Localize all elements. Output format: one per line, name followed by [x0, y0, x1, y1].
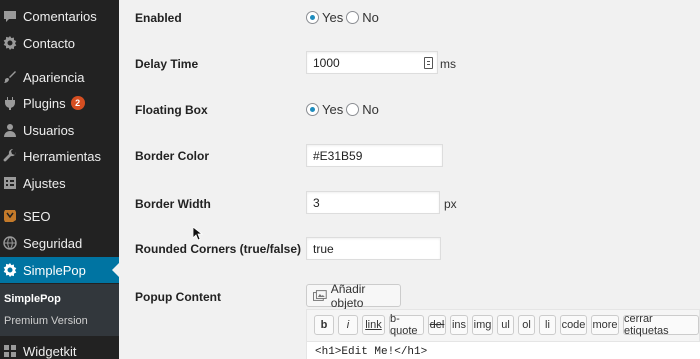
floating-no-label[interactable]: No [362, 102, 379, 117]
popup-content-textarea[interactable]: <h1>Edit Me!</h1> [307, 341, 700, 359]
rounded-corners-label: Rounded Corners (true/false) [135, 242, 302, 256]
popup-content-text: <h1>Edit Me!</h1> [315, 346, 428, 358]
gear-icon [3, 263, 17, 277]
menu-label: SEO [23, 208, 51, 224]
qt-italic-button[interactable]: i [338, 315, 358, 335]
quicktags-toolbar: b i link b-quote del ins img ul ol li co… [307, 310, 700, 340]
rounded-corners-value: true [313, 242, 334, 256]
menu-herramientas[interactable]: Herramientas [0, 143, 119, 169]
enabled-yes-label[interactable]: Yes [322, 10, 343, 25]
qt-img-button[interactable]: img [472, 315, 493, 335]
delay-time-input[interactable]: 1000 [306, 51, 438, 74]
seo-icon [3, 209, 17, 223]
qt-li-button[interactable]: li [539, 315, 556, 335]
menu-label: Ajustes [23, 175, 66, 191]
popup-content-editor: b i link b-quote del ins img ul ol li co… [306, 309, 700, 359]
menu-usuarios[interactable]: Usuarios [0, 117, 119, 143]
qt-del-button[interactable]: del [428, 315, 446, 335]
border-width-label: Border Width [135, 197, 211, 211]
border-color-value: #E31B59 [313, 149, 363, 163]
border-color-label: Border Color [135, 149, 210, 163]
floating-box-label: Floating Box [135, 103, 208, 117]
rounded-corners-input[interactable]: true [306, 237, 441, 260]
menu-plugins[interactable]: Plugins 2 [0, 90, 119, 116]
admin-sidebar: Comentarios Contacto Apariencia Plugins … [0, 0, 119, 359]
border-width-unit: px [444, 197, 457, 211]
qt-link-button[interactable]: link [362, 315, 385, 335]
floating-no-radio[interactable] [346, 103, 360, 116]
settings-icon [3, 176, 17, 190]
menu-simplepop[interactable]: SimplePop [0, 257, 119, 283]
menu-label: Herramientas [23, 148, 102, 164]
number-spinner-icon[interactable] [424, 57, 433, 69]
enabled-yes-radio[interactable] [306, 11, 319, 24]
menu-label: Widgetkit [23, 343, 77, 359]
menu-label: Comentarios [23, 8, 97, 24]
wrench-icon [3, 149, 17, 163]
media-icon [313, 289, 327, 301]
menu-label: Plugins [23, 95, 66, 111]
border-width-value: 3 [313, 196, 320, 210]
enabled-label: Enabled [135, 11, 182, 25]
menu-seo[interactable]: SEO [0, 203, 119, 229]
qt-ins-button[interactable]: ins [450, 315, 468, 335]
menu-contacto[interactable]: Contacto [0, 30, 119, 56]
comment-icon [3, 9, 17, 23]
delay-time-value: 1000 [313, 56, 340, 70]
update-count-badge: 2 [70, 96, 85, 110]
menu-seguridad[interactable]: Seguridad [0, 230, 119, 256]
brush-icon [3, 70, 17, 84]
simplepop-submenu: SimplePop Premium Version [0, 284, 119, 336]
menu-label: Seguridad [23, 235, 83, 251]
qt-bold-button[interactable]: b [314, 315, 334, 335]
mouse-cursor-icon [193, 227, 203, 241]
globe-icon [3, 236, 17, 250]
qt-close-tags-button[interactable]: cerrar etiquetas [623, 313, 699, 337]
submenu-premium-version[interactable]: Premium Version [4, 315, 88, 327]
menu-label: Contacto [23, 35, 76, 51]
add-media-label: Añadir objeto [330, 281, 366, 310]
qt-code-button[interactable]: code [560, 315, 587, 335]
qt-ol-button[interactable]: ol [518, 315, 535, 335]
delay-time-unit: ms [440, 57, 456, 71]
enabled-no-label[interactable]: No [362, 10, 379, 25]
menu-widgetkit[interactable]: Widgetkit [0, 338, 119, 359]
menu-comentarios[interactable]: Comentarios [0, 3, 119, 29]
border-width-input[interactable]: 3 [306, 191, 440, 214]
user-icon [3, 123, 17, 137]
floating-box-radio-group: Yes No [306, 102, 382, 117]
submenu-simplepop[interactable]: SimplePop [4, 293, 61, 305]
menu-label: Apariencia [23, 69, 85, 85]
delay-time-label: Delay Time [135, 57, 199, 71]
menu-label: SimplePop [23, 262, 86, 278]
floating-yes-label[interactable]: Yes [322, 102, 343, 117]
widget-icon [3, 344, 17, 358]
qt-ul-button[interactable]: ul [497, 315, 514, 335]
menu-label: Usuarios [23, 122, 75, 138]
border-color-input[interactable]: #E31B59 [306, 144, 443, 167]
qt-blockquote-button[interactable]: b-quote [389, 313, 424, 337]
menu-ajustes[interactable]: Ajustes [0, 170, 119, 196]
enabled-no-radio[interactable] [346, 11, 360, 24]
menu-apariencia[interactable]: Apariencia [0, 64, 119, 90]
qt-more-button[interactable]: more [591, 315, 619, 335]
plugin-icon [3, 96, 17, 110]
popup-content-label: Popup Content [135, 290, 221, 304]
floating-yes-radio[interactable] [306, 103, 319, 116]
enabled-radio-group: Yes No [306, 10, 382, 25]
add-media-button[interactable]: Añadir objeto [306, 281, 401, 310]
gear-icon [3, 36, 17, 50]
